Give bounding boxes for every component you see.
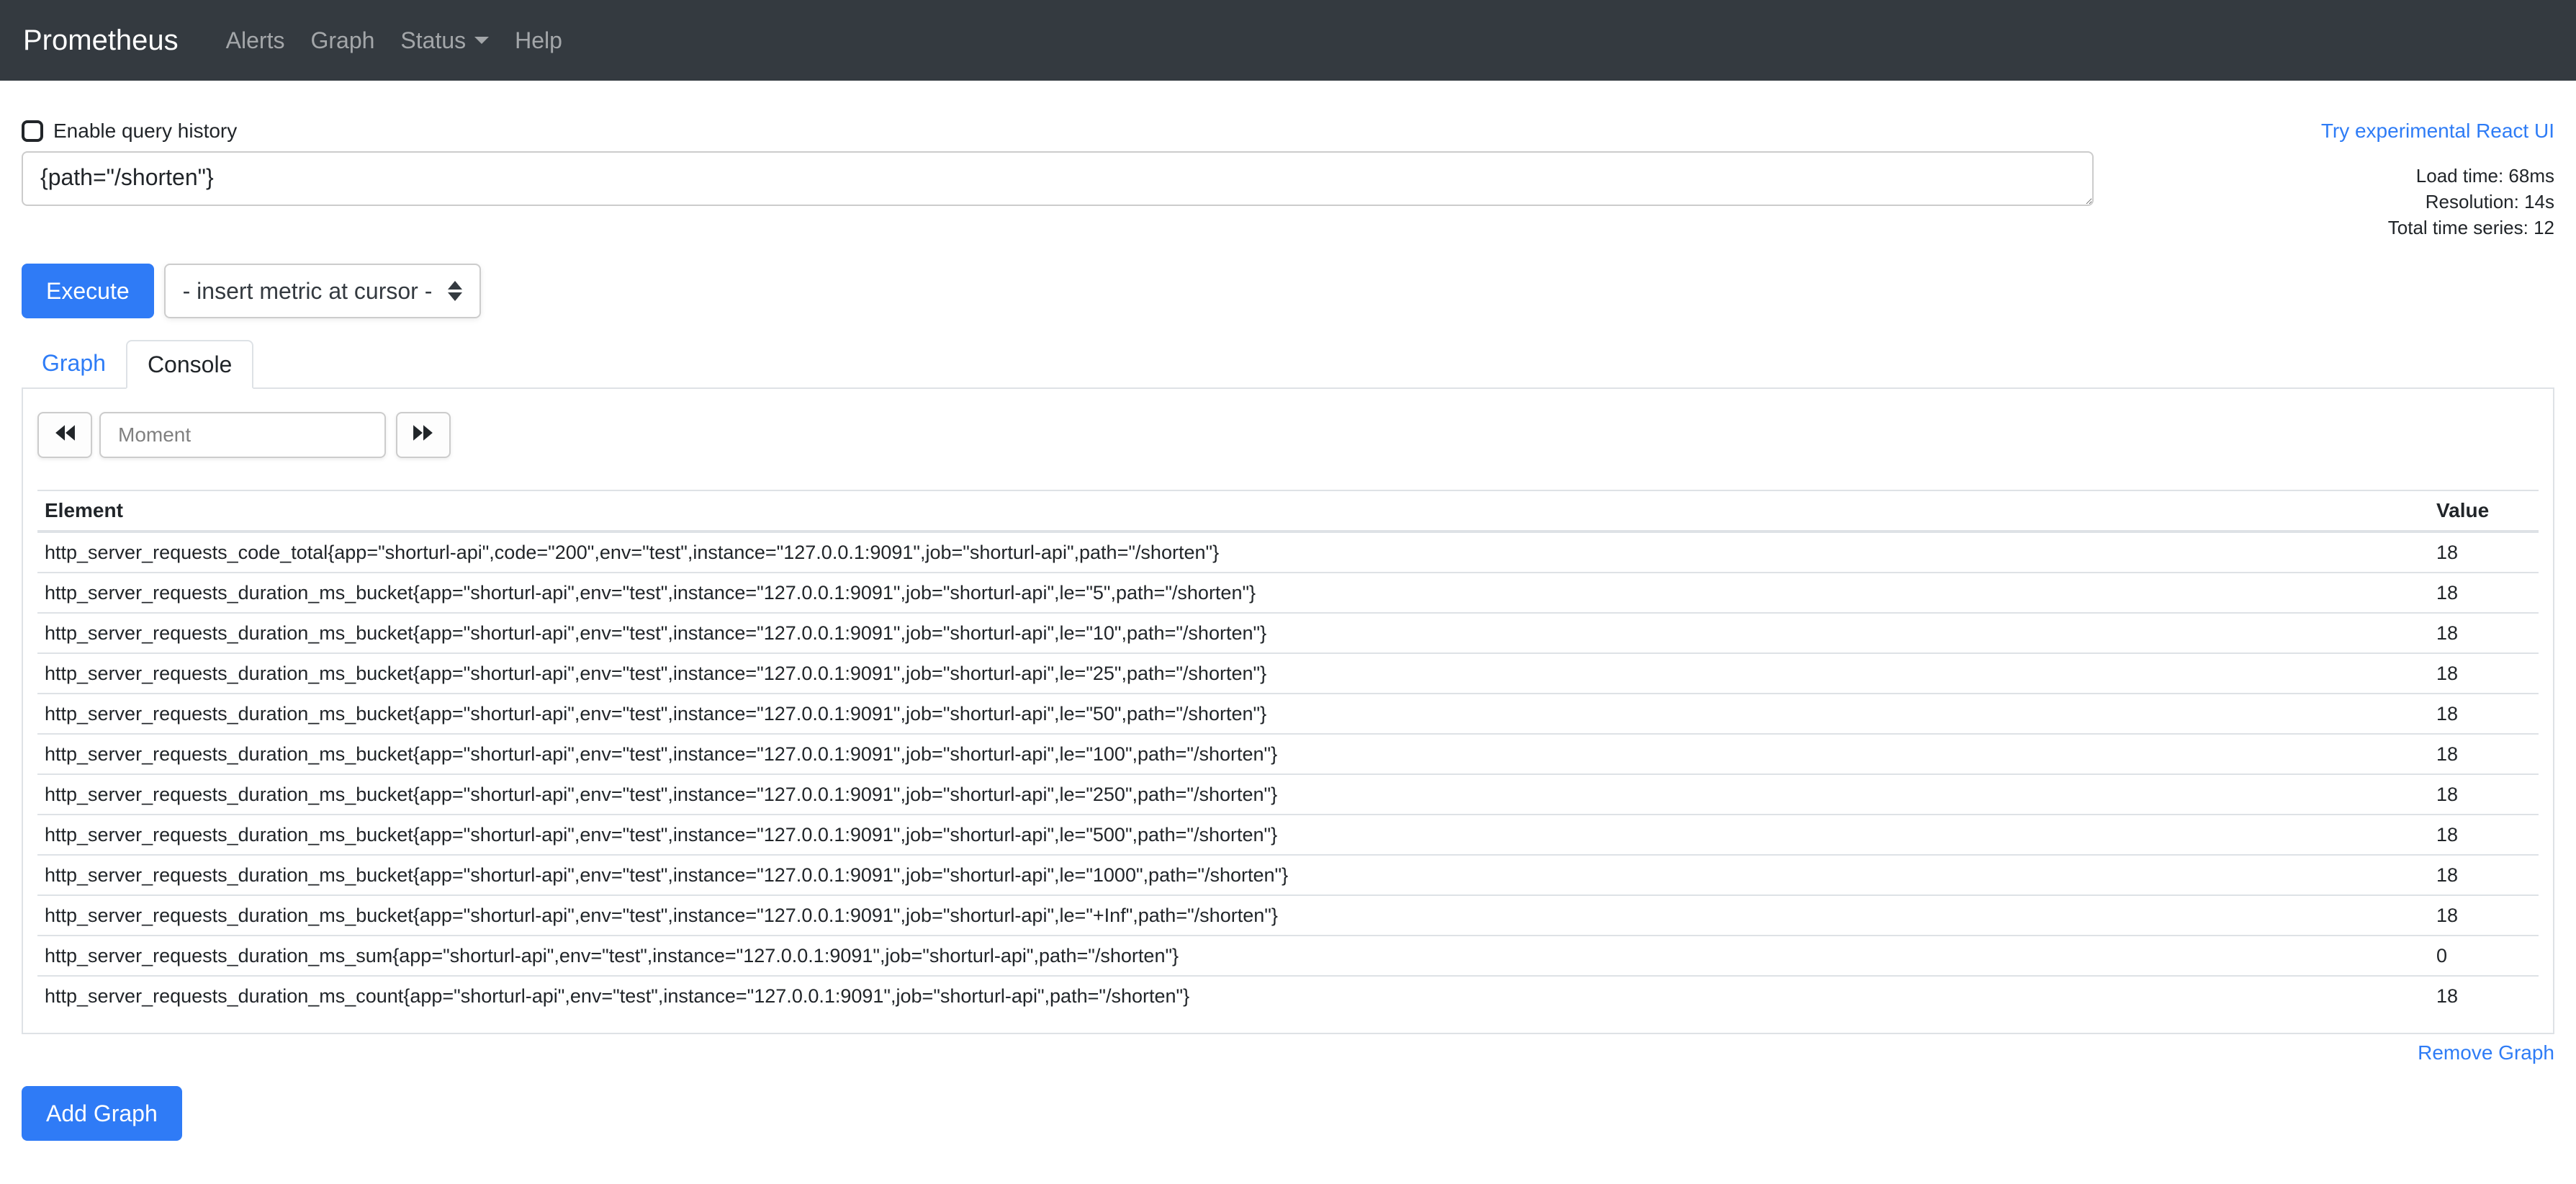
table-row: http_server_requests_duration_ms_bucket{…: [37, 774, 2539, 815]
query-expression-input[interactable]: {path="/shorten"}: [22, 151, 2094, 206]
moment-controls: [37, 412, 2539, 458]
total-time-series: Total time series: 12: [2388, 215, 2554, 241]
metric-element: http_server_requests_duration_ms_count{a…: [37, 976, 2429, 1015]
moment-input[interactable]: [99, 412, 386, 458]
column-header-value: Value: [2429, 490, 2539, 532]
metric-value: 18: [2429, 573, 2539, 613]
moment-rewind-button[interactable]: [37, 412, 92, 458]
enable-query-history: Enable query history: [22, 120, 237, 143]
metric-element: http_server_requests_duration_ms_bucket{…: [37, 694, 2429, 734]
metric-element: http_server_requests_duration_ms_bucket{…: [37, 613, 2429, 653]
remove-graph-row: Remove Graph: [22, 1041, 2554, 1064]
table-body: http_server_requests_code_total{app="sho…: [37, 532, 2539, 1015]
insert-metric-select[interactable]: - insert metric at cursor -: [164, 264, 481, 318]
table-row: http_server_requests_duration_ms_count{a…: [37, 976, 2539, 1015]
chevron-down-icon: [474, 37, 489, 44]
metric-element: http_server_requests_duration_ms_sum{app…: [37, 936, 2429, 976]
history-row: Enable query history Try experimental Re…: [22, 120, 2554, 143]
table-row: http_server_requests_duration_ms_bucket{…: [37, 895, 2539, 936]
tab-graph[interactable]: Graph: [22, 340, 126, 389]
table-row: http_server_requests_duration_ms_bucket{…: [37, 734, 2539, 774]
enable-query-history-label: Enable query history: [53, 120, 237, 143]
execute-button[interactable]: Execute: [22, 264, 154, 318]
metric-value: 18: [2429, 734, 2539, 774]
metric-element: http_server_requests_code_total{app="sho…: [37, 532, 2429, 573]
brand-prometheus[interactable]: Prometheus: [23, 24, 179, 57]
main-content: Enable query history Try experimental Re…: [0, 120, 2576, 1184]
nav-item-alerts[interactable]: Alerts: [213, 16, 298, 66]
nav-item-status-label: Status: [400, 27, 466, 54]
metric-value: 18: [2429, 613, 2539, 653]
table-row: http_server_requests_duration_ms_bucket{…: [37, 855, 2539, 895]
column-header-element: Element: [37, 490, 2429, 532]
prometheus-app: Prometheus Alerts Graph Status Help Enab…: [0, 0, 2576, 1184]
table-row: http_server_requests_duration_ms_bucket{…: [37, 653, 2539, 694]
metric-element: http_server_requests_duration_ms_bucket{…: [37, 653, 2429, 694]
nav-item-status[interactable]: Status: [387, 16, 502, 66]
metric-value: 18: [2429, 532, 2539, 573]
metric-element: http_server_requests_duration_ms_bucket{…: [37, 573, 2429, 613]
fast-forward-icon: [413, 423, 434, 447]
table-row: http_server_requests_duration_ms_bucket{…: [37, 613, 2539, 653]
enable-query-history-checkbox[interactable]: [22, 120, 43, 142]
metric-element: http_server_requests_duration_ms_bucket{…: [37, 774, 2429, 815]
load-time: Load time: 68ms: [2388, 163, 2554, 189]
table-row: http_server_requests_duration_ms_bucket{…: [37, 573, 2539, 613]
query-row: {path="/shorten"} Load time: 68ms Resolu…: [22, 151, 2554, 241]
moment-forward-button[interactable]: [396, 412, 451, 458]
query-stats: Load time: 68ms Resolution: 14s Total ti…: [2388, 151, 2554, 241]
metric-value: 0: [2429, 936, 2539, 976]
nav-item-help[interactable]: Help: [502, 16, 575, 66]
add-graph-button[interactable]: Add Graph: [22, 1086, 182, 1141]
navbar: Prometheus Alerts Graph Status Help: [0, 0, 2576, 81]
metric-value: 18: [2429, 855, 2539, 895]
console-table: Element Value http_server_requests_code_…: [37, 490, 2539, 1015]
table-row: http_server_requests_duration_ms_sum{app…: [37, 936, 2539, 976]
metric-value: 18: [2429, 653, 2539, 694]
table-header-row: Element Value: [37, 490, 2539, 532]
table-row: http_server_requests_code_total{app="sho…: [37, 532, 2539, 573]
metric-element: http_server_requests_duration_ms_bucket{…: [37, 734, 2429, 774]
remove-graph-link[interactable]: Remove Graph: [2418, 1041, 2554, 1064]
nav-item-graph[interactable]: Graph: [297, 16, 387, 66]
metric-value: 18: [2429, 895, 2539, 936]
metric-value: 18: [2429, 815, 2539, 855]
insert-metric-select-label: - insert metric at cursor -: [183, 278, 433, 305]
metric-element: http_server_requests_duration_ms_bucket{…: [37, 815, 2429, 855]
metric-element: http_server_requests_duration_ms_bucket{…: [37, 895, 2429, 936]
table-row: http_server_requests_duration_ms_bucket{…: [37, 694, 2539, 734]
rewind-icon: [54, 423, 76, 447]
console-panel: Element Value http_server_requests_code_…: [22, 389, 2554, 1034]
resolution: Resolution: 14s: [2388, 189, 2554, 215]
react-ui-link[interactable]: Try experimental React UI: [2321, 120, 2554, 143]
tab-console[interactable]: Console: [126, 340, 253, 389]
table-row: http_server_requests_duration_ms_bucket{…: [37, 815, 2539, 855]
tab-bar: Graph Console: [22, 340, 2554, 389]
metric-element: http_server_requests_duration_ms_bucket{…: [37, 855, 2429, 895]
execute-row: Execute - insert metric at cursor -: [22, 264, 2554, 318]
select-updown-icon: [448, 281, 462, 301]
metric-value: 18: [2429, 774, 2539, 815]
metric-value: 18: [2429, 694, 2539, 734]
metric-value: 18: [2429, 976, 2539, 1015]
add-graph-row: Add Graph: [22, 1086, 2554, 1184]
